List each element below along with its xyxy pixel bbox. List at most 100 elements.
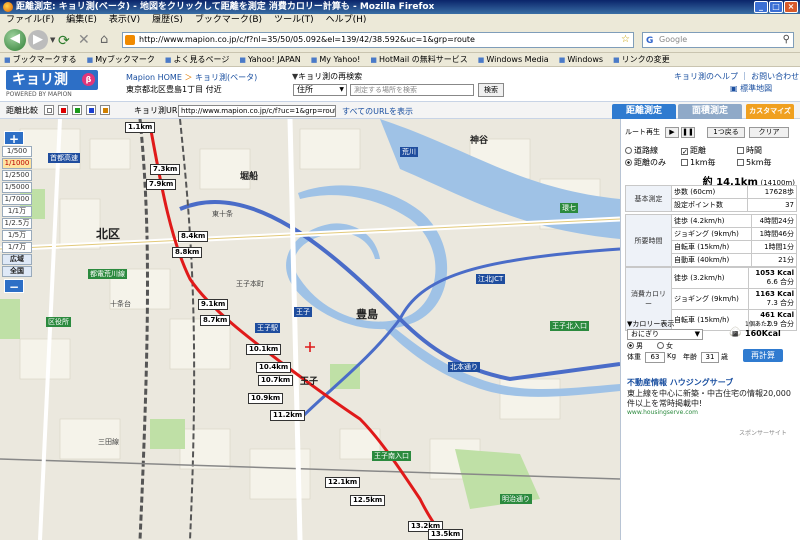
play-button[interactable]: ▶: [665, 127, 679, 138]
stop-icon[interactable]: ✕: [78, 32, 90, 48]
ad-url[interactable]: www.housingserve.com: [627, 409, 698, 416]
scale-option[interactable]: 1/2500: [2, 170, 32, 181]
gender-male[interactable]: 男: [627, 341, 643, 351]
breadcrumb-current[interactable]: キョリ測(ベータ): [195, 73, 257, 82]
menu-help[interactable]: ヘルプ(H): [326, 14, 367, 27]
calorie-unit-select[interactable]: おにぎり ▼: [627, 329, 703, 340]
url-bar[interactable]: http://www.mapion.co.jp/c/f?nl=35/50/05.…: [122, 32, 634, 48]
bookmark-item[interactable]: Yahoo! JAPAN: [239, 53, 301, 66]
history-dropdown-icon[interactable]: ▼: [50, 36, 55, 44]
compare-route-2[interactable]: [58, 105, 68, 115]
road-label: 環七: [560, 203, 578, 213]
location-search-input[interactable]: 測定する場所を検索: [350, 84, 474, 96]
zoom-out-button[interactable]: −: [4, 279, 24, 294]
google-icon: G: [646, 36, 654, 46]
time-label: 徒歩 (4.2km/h): [671, 214, 752, 228]
option-1km[interactable]: 1km毎: [681, 157, 716, 168]
option-time[interactable]: 時間: [737, 145, 762, 156]
share-url-field[interactable]: http://www.mapion.co.jp/c/f?uc=1&grp=rou…: [178, 105, 336, 117]
bookmark-item[interactable]: ブックマークする: [4, 53, 77, 66]
option-distance-only[interactable]: 距離のみ: [625, 157, 666, 168]
back-button[interactable]: ◀: [4, 29, 26, 51]
ad-title[interactable]: 不動産情報 ハウジングサーブ: [627, 377, 733, 388]
road-label: 北本通り: [448, 362, 480, 372]
show-all-url-link[interactable]: すべてのURLを表示: [342, 106, 413, 117]
scale-option[interactable]: 1/7000: [2, 194, 32, 205]
distance-marker: 10.4km: [256, 362, 292, 373]
bookmark-item[interactable]: よく見るページ: [165, 53, 230, 66]
help-link[interactable]: キョリ測のヘルプ: [674, 72, 738, 81]
undo-button[interactable]: 1つ戻る: [707, 127, 745, 138]
bookmark-item[interactable]: リンクの変更: [613, 53, 670, 66]
bookmark-star-icon[interactable]: ☆: [621, 33, 630, 47]
close-button[interactable]: ×: [784, 1, 798, 13]
contact-link[interactable]: お問い合わせ: [751, 72, 799, 81]
route-play-label: ルート再生: [625, 128, 660, 136]
scale-option[interactable]: 1/1万: [2, 206, 32, 217]
time-title: 所要時間: [625, 214, 672, 267]
clear-button[interactable]: クリア: [749, 127, 789, 138]
menu-history[interactable]: 履歴(S): [152, 14, 183, 27]
tab-area[interactable]: 面積測定: [678, 104, 742, 119]
url-text: http://www.mapion.co.jp/c/f?nl=35/50/05.…: [139, 35, 475, 44]
scale-option[interactable]: 1/5万: [2, 230, 32, 241]
search-icon[interactable]: ⚲: [783, 33, 790, 47]
road-label: 王子: [294, 307, 312, 317]
bookmark-item[interactable]: Windows Media: [478, 53, 548, 66]
search-bar[interactable]: G Google ⚲: [642, 32, 794, 48]
tab-distance[interactable]: 距離測定: [612, 104, 676, 119]
forward-button[interactable]: ▶: [28, 30, 48, 50]
time-value: 4時間24分: [750, 214, 798, 228]
scale-option-active[interactable]: 1/1000: [2, 158, 32, 169]
bookmarks-bar: ブックマークする Myブックマーク よく見るページ Yahoo! JAPAN M…: [0, 53, 800, 67]
road-label: 王子北入口: [550, 321, 589, 331]
compare-route-5[interactable]: [100, 105, 110, 115]
option-5km[interactable]: 5km毎: [737, 157, 772, 168]
map-canvas[interactable]: + 1/500 1/1000 1/2500 1/5000 1/7000 1/1万…: [0, 119, 620, 540]
scale-option[interactable]: 1/5000: [2, 182, 32, 193]
menu-bookmarks[interactable]: ブックマーク(B): [195, 14, 262, 27]
weight-input[interactable]: 63: [645, 352, 665, 363]
scale-option[interactable]: 1/2.5万: [2, 218, 32, 229]
compare-route-3[interactable]: [72, 105, 82, 115]
option-distance[interactable]: 距離: [681, 145, 706, 156]
site-favicon-icon: [125, 35, 135, 45]
standard-map-link[interactable]: ▣ 標準地図: [730, 83, 772, 94]
breadcrumb-home[interactable]: Mapion HOME: [126, 73, 182, 82]
compare-route-1[interactable]: [44, 105, 54, 115]
age-input[interactable]: 31: [701, 352, 719, 363]
menu-edit[interactable]: 編集(E): [66, 14, 97, 27]
weight-unit: Kg: [667, 352, 677, 360]
menu-view[interactable]: 表示(V): [109, 14, 140, 27]
scale-option[interactable]: 1/500: [2, 146, 32, 157]
reload-icon[interactable]: ⟳: [58, 33, 70, 49]
bookmark-item[interactable]: Windows: [559, 53, 603, 66]
zoom-in-button[interactable]: +: [4, 131, 24, 146]
road-label: 都電荒川線: [88, 269, 127, 279]
bookmark-item[interactable]: HotMail の無料サービス: [370, 53, 468, 66]
current-address: 東京都北区豊島1丁目 付近: [126, 85, 222, 94]
search-type-select[interactable]: 住所: [293, 84, 347, 96]
place-label: 北区: [96, 227, 121, 241]
compare-route-4[interactable]: [86, 105, 96, 115]
menu-file[interactable]: ファイル(F): [6, 14, 54, 27]
firefox-icon: [3, 2, 13, 12]
scale-option-national[interactable]: 全国: [2, 266, 32, 277]
gender-female[interactable]: 女: [657, 341, 673, 351]
distance-marker: 10.7km: [258, 375, 294, 386]
scale-option[interactable]: 1/7万: [2, 242, 32, 253]
menu-tools[interactable]: ツール(T): [274, 14, 314, 27]
home-icon[interactable]: ⌂: [100, 32, 108, 47]
recalculate-button[interactable]: 再計算: [743, 349, 783, 362]
location-search-button[interactable]: 検索: [478, 83, 504, 97]
site-logo[interactable]: キョリ測 β: [6, 70, 98, 90]
option-road[interactable]: 道路線: [625, 145, 658, 156]
pause-button[interactable]: ❚❚: [681, 127, 695, 138]
maximize-button[interactable]: □: [769, 1, 783, 13]
research-label: ▼キョリ測の再検索: [292, 72, 363, 81]
scale-option-wide[interactable]: 広域: [2, 254, 32, 265]
tab-customize[interactable]: カスタマイズ: [746, 104, 794, 119]
minimize-button[interactable]: _: [754, 1, 768, 13]
bookmark-item[interactable]: Myブックマーク: [87, 53, 155, 66]
bookmark-item[interactable]: My Yahoo!: [311, 53, 360, 66]
